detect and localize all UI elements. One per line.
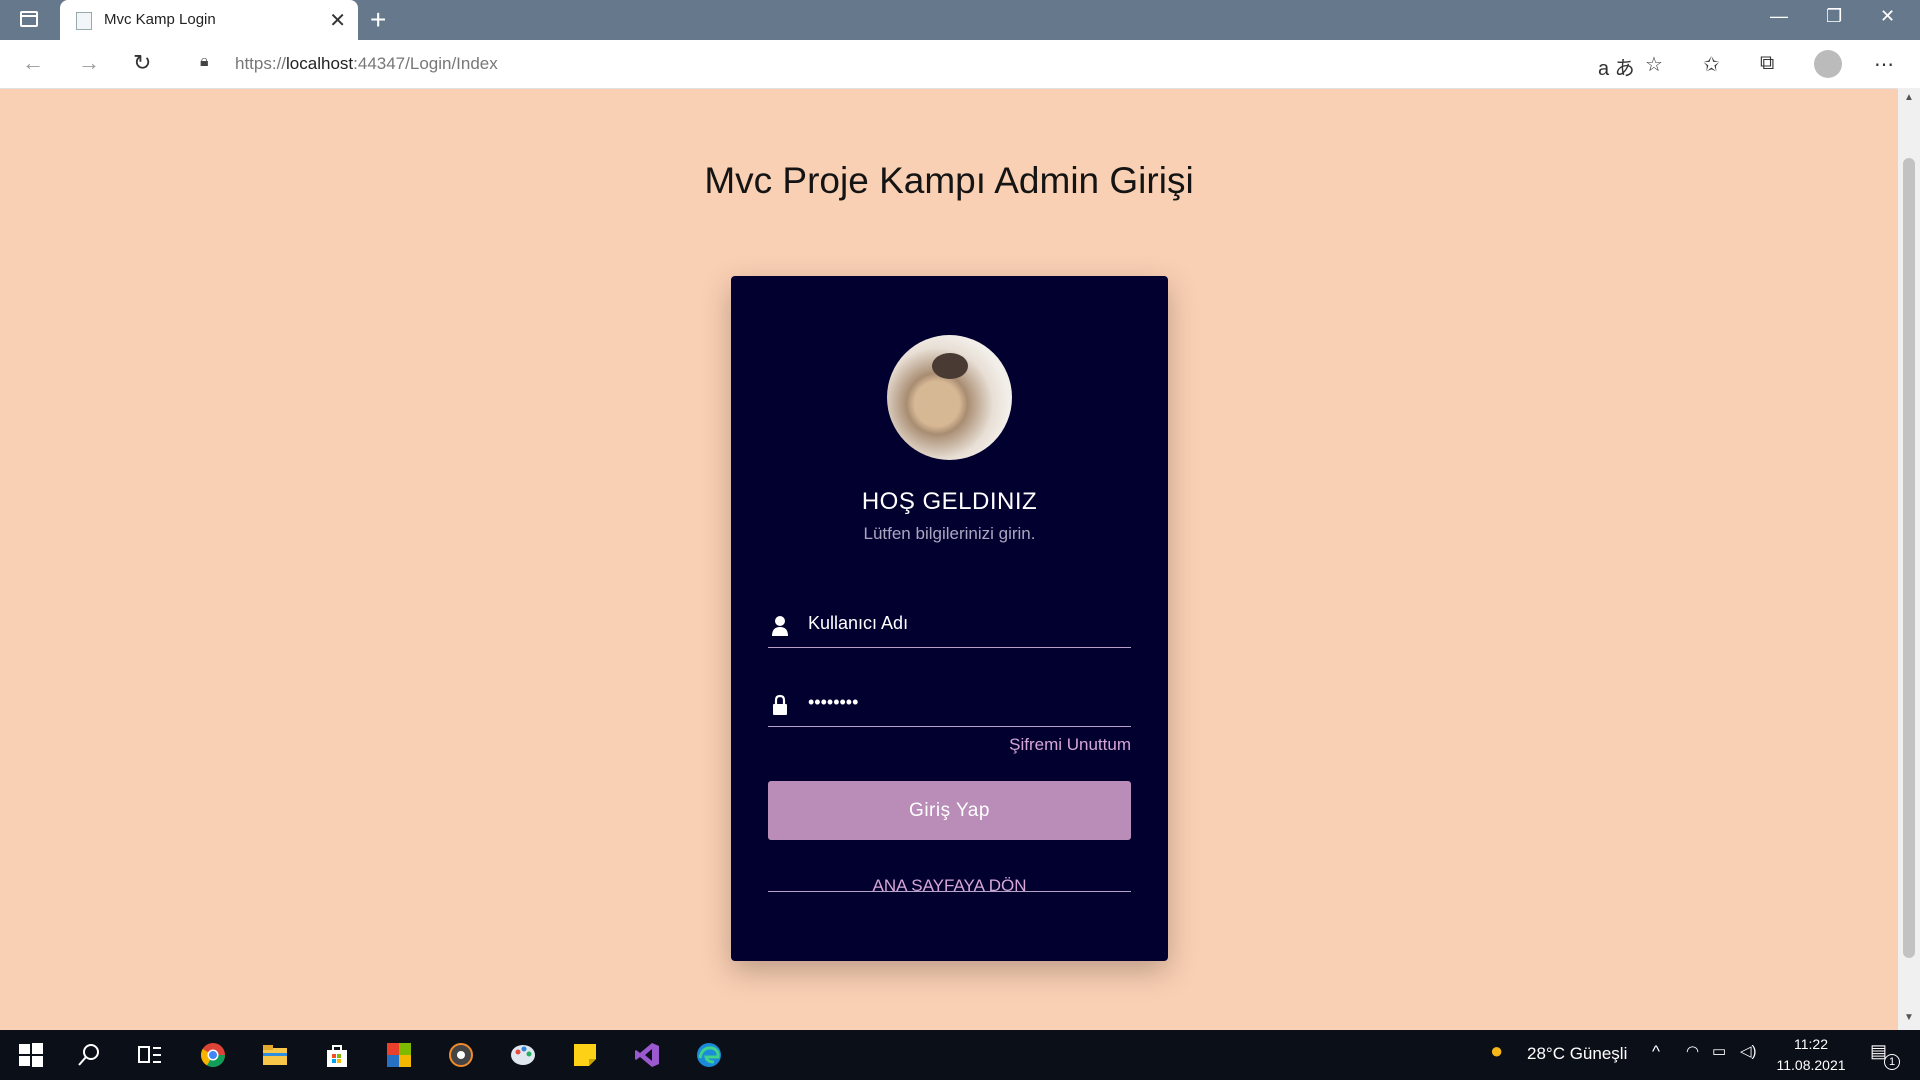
file-explorer-icon[interactable] (262, 1042, 288, 1068)
paint-icon[interactable] (510, 1042, 536, 1068)
notification-count: 1 (1884, 1054, 1900, 1070)
address-bar[interactable]: 🔒︎ https://localhost:44347/Login/Index (180, 44, 1680, 82)
profile-avatar[interactable] (1814, 50, 1842, 78)
username-field-wrapper (768, 597, 1131, 648)
password-input[interactable] (806, 684, 1120, 720)
chrome-icon[interactable] (200, 1042, 226, 1068)
login-card: HOŞ GELDINIZ Lütfen bilgilerinizi girin.… (731, 276, 1168, 961)
close-tab-icon[interactable]: ✕ (329, 8, 346, 33)
welcome-subtitle: Lütfen bilgilerinizi girin. (863, 524, 1036, 543)
add-favorite-icon[interactable]: ☆ (1645, 52, 1663, 77)
new-tab-icon[interactable]: + (370, 4, 386, 36)
system-clock[interactable]: 11:22 11.08.2021 (1776, 1034, 1846, 1076)
visual-studio-icon[interactable] (634, 1042, 660, 1068)
forgot-password-link[interactable]: Şifremi Unuttum (1009, 735, 1131, 755)
tab-title: Mvc Kamp Login (104, 11, 216, 28)
search-icon[interactable] (76, 1042, 102, 1068)
task-view-icon[interactable] (137, 1042, 163, 1068)
login-button[interactable]: Giriş Yap (768, 781, 1131, 840)
forward-icon[interactable]: → (78, 50, 100, 76)
tab-actions-icon[interactable] (20, 11, 38, 27)
edge-icon[interactable] (696, 1042, 722, 1068)
page-title: Mvc Proje Kampı Admin Girişi (704, 160, 1194, 201)
battery-icon[interactable]: ▭ (1712, 1042, 1726, 1060)
lock-icon[interactable]: 🔒︎ (200, 53, 209, 71)
page-favicon-icon (76, 12, 92, 30)
scroll-up-icon[interactable]: ▲ (1904, 92, 1914, 103)
lock-icon (773, 694, 787, 715)
browser-toolbar: ← → ↻ 🔒︎ https://localhost:44347/Login/I… (0, 40, 1920, 89)
browser-tab-bar: Mvc Kamp Login ✕ + — ❐ ✕ (0, 0, 1920, 40)
back-icon[interactable]: ← (22, 50, 44, 76)
windows-taskbar: ● 28°C Güneşli ^ ◠ ▭ ◁) 11:22 11.08.2021… (0, 1030, 1920, 1080)
clock-time: 11:22 (1794, 1036, 1828, 1052)
read-aloud-icon[interactable]: a‭ あ (1598, 52, 1635, 81)
avatar-image (887, 335, 1012, 460)
refresh-icon[interactable]: ↻ (133, 50, 151, 76)
settings-menu-icon[interactable]: ⋯ (1874, 52, 1894, 77)
url-text[interactable]: https://localhost:44347/Login/Index (235, 54, 498, 74)
browser-tab[interactable]: Mvc Kamp Login ✕ (60, 0, 358, 40)
clock-date: 11.08.2021 (1776, 1057, 1846, 1073)
collections-icon[interactable]: ⧉ (1760, 52, 1774, 75)
weather-text[interactable]: 28°C Güneşli (1527, 1044, 1627, 1064)
wifi-icon[interactable]: ◠ (1686, 1042, 1699, 1060)
volume-icon[interactable]: ◁) (1740, 1042, 1757, 1060)
username-input[interactable] (806, 605, 1120, 641)
media-player-icon[interactable] (448, 1042, 474, 1068)
user-icon (772, 616, 788, 636)
back-to-home-link[interactable]: ANA SAYFAYA DÖN (731, 876, 1168, 896)
office-app-icon[interactable] (386, 1042, 412, 1068)
sticky-notes-icon[interactable] (572, 1042, 598, 1068)
page-scrollbar[interactable]: ▲ ▼ (1898, 88, 1920, 1030)
store-icon[interactable] (324, 1042, 350, 1068)
password-field-wrapper (768, 676, 1131, 727)
restore-icon[interactable]: ❐ (1826, 6, 1842, 27)
welcome-heading: HOŞ GELDINIZ (861, 488, 1038, 515)
close-window-icon[interactable]: ✕ (1880, 6, 1895, 27)
scroll-down-icon[interactable]: ▼ (1904, 1012, 1914, 1023)
weather-icon[interactable]: ● (1490, 1038, 1503, 1064)
minimize-icon[interactable]: — (1770, 6, 1788, 27)
favorites-icon[interactable]: ✩ (1703, 52, 1720, 77)
show-hidden-icons-icon[interactable]: ^ (1652, 1042, 1660, 1062)
windows-start-icon[interactable] (18, 1042, 44, 1068)
scrollbar-thumb[interactable] (1903, 158, 1915, 958)
